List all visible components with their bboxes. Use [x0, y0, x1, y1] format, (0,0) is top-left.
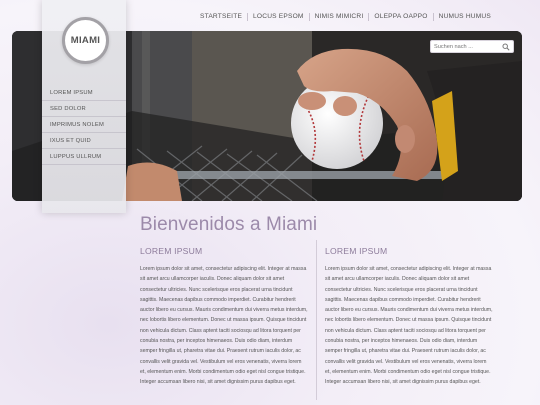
topnav-item-oleppa-oappo[interactable]: OLEPPA OAPPO	[368, 13, 432, 21]
sidebar-item-imprimus-nolem[interactable]: IMPRIMUS NOLEM	[42, 117, 126, 133]
content-column-left: LOREM IPSUM Lorem ipsum dolor sit amet, …	[140, 246, 308, 388]
topnav-item-nimis-mimicri[interactable]: NIMIS MIMICRI	[308, 13, 369, 21]
topnav-item-numus-humus[interactable]: NUMUS HUMUS	[432, 13, 496, 21]
sidebar-navigation: LOREM IPSUM SED DOLOR IMPRIMUS NOLEM IXU…	[42, 85, 126, 165]
sidebar-item-lorem-ipsum[interactable]: LOREM IPSUM	[42, 85, 126, 101]
topnav-item-startseite[interactable]: STARTSEITE	[195, 13, 247, 21]
top-navigation: STARTSEITE LOCUS EPSOM NIMIS MIMICRI OLE…	[195, 10, 496, 24]
topnav-item-locus-epsom[interactable]: LOCUS EPSOM	[247, 13, 309, 21]
column-body: Lorem ipsum dolor sit amet, consectetur …	[140, 266, 308, 386]
search-input[interactable]	[434, 43, 502, 50]
logo[interactable]: MIAMI	[62, 17, 109, 64]
sidebar: MIAMI LOREM IPSUM SED DOLOR IMPRIMUS NOL…	[42, 0, 126, 213]
column-body: Lorem ipsum dolor sit amet, consectetur …	[325, 266, 493, 386]
sidebar-item-sed-dolor[interactable]: SED DOLOR	[42, 101, 126, 117]
search-box[interactable]	[430, 40, 514, 53]
column-heading: LOREM IPSUM	[140, 246, 203, 256]
content-column-right: LOREM IPSUM Lorem ipsum dolor sit amet, …	[325, 246, 493, 388]
column-divider	[316, 240, 317, 400]
logo-text: MIAMI	[70, 35, 101, 46]
sidebar-item-luppus-ullrum[interactable]: LUPPUS ULLRUM	[42, 149, 126, 165]
page-title: Bienvenidos a Miami	[140, 214, 318, 235]
column-heading: LOREM IPSUM	[325, 246, 388, 256]
sidebar-item-ixus-et-quid[interactable]: IXUS ET QUID	[42, 133, 126, 149]
search-icon[interactable]	[502, 43, 510, 51]
